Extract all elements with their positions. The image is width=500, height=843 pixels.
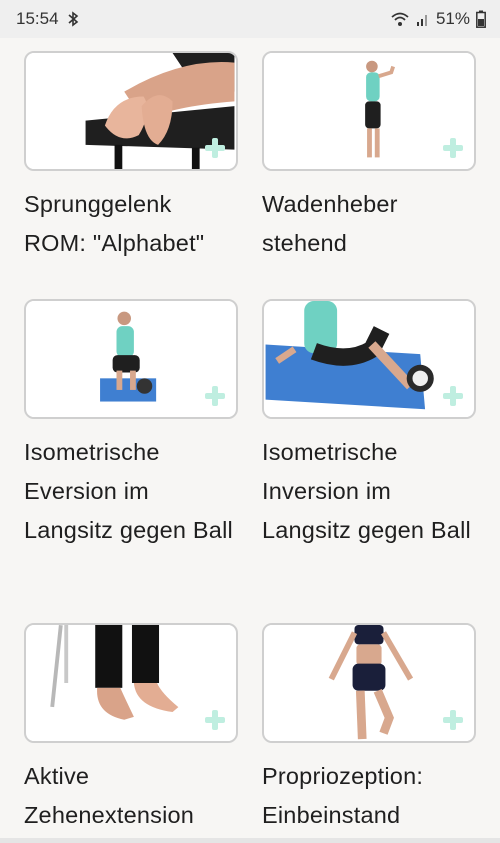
exercise-card[interactable]: Sprunggelenk ROM: "Alphabet"	[24, 51, 238, 263]
exercise-card[interactable]: Aktive Zehenextension	[24, 623, 238, 835]
add-icon[interactable]	[442, 709, 464, 731]
exercise-title[interactable]: Isometrische Inversion im Langsitz gegen…	[262, 433, 476, 550]
bluetooth-icon	[67, 11, 79, 27]
status-bar: 15:54 51%	[0, 0, 500, 38]
exercise-card[interactable]: Propriozeption: Einbeinstand	[262, 623, 476, 835]
exercise-thumbnail[interactable]	[24, 51, 238, 171]
exercise-title[interactable]: Aktive Zehenextension	[24, 757, 238, 835]
add-icon[interactable]	[204, 137, 226, 159]
exercise-thumbnail[interactable]	[262, 51, 476, 171]
exercise-grid: Sprunggelenk ROM: "Alphabet" Wadenheber …	[0, 38, 500, 838]
add-icon[interactable]	[442, 385, 464, 407]
exercise-title[interactable]: Propriozeption: Einbeinstand	[262, 757, 476, 835]
exercise-thumbnail[interactable]	[262, 623, 476, 743]
exercise-card[interactable]: Isometrische Inversion im Langsitz gegen…	[262, 299, 476, 550]
wifi-icon	[390, 11, 410, 27]
exercise-thumbnail[interactable]	[262, 299, 476, 419]
exercise-title[interactable]: Sprunggelenk ROM: "Alphabet"	[24, 185, 238, 263]
bottom-bar	[0, 838, 500, 843]
add-icon[interactable]	[204, 709, 226, 731]
battery-icon	[476, 10, 486, 28]
exercise-thumbnail[interactable]	[24, 623, 238, 743]
status-time: 15:54	[16, 9, 59, 28]
exercise-title[interactable]: Isometrische Eversion im Langsitz gegen …	[24, 433, 238, 550]
exercise-card[interactable]: Isometrische Eversion im Langsitz gegen …	[24, 299, 238, 550]
signal-icon	[416, 11, 430, 27]
status-right: 51%	[390, 9, 486, 29]
exercise-card[interactable]: Wadenheber stehend	[262, 51, 476, 263]
status-left: 15:54	[16, 9, 79, 29]
exercise-thumbnail[interactable]	[24, 299, 238, 419]
exercise-title[interactable]: Wadenheber stehend	[262, 185, 476, 263]
battery-percent: 51%	[435, 9, 470, 28]
add-icon[interactable]	[204, 385, 226, 407]
add-icon[interactable]	[442, 137, 464, 159]
